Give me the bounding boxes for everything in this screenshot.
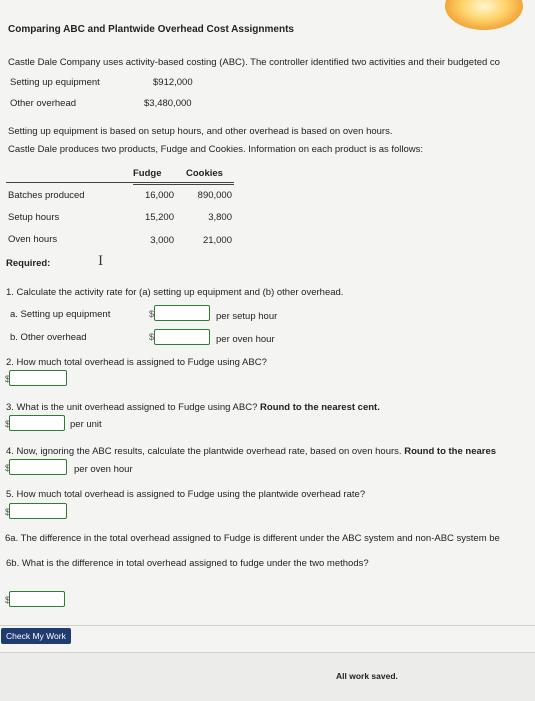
text-cursor-icon: I (98, 254, 104, 269)
q1b-unit: per oven hour (216, 334, 275, 345)
question-1-text: 1. Calculate the activity rate for (a) s… (6, 287, 344, 298)
activity-amount-setup: $912,000 (153, 77, 193, 88)
page-title: Comparing ABC and Plantwide Overhead Cos… (8, 24, 294, 35)
q4-unit: per oven hour (74, 464, 133, 475)
table-cell-fudge: 3,000 (150, 235, 174, 246)
required-label: Required: (6, 258, 51, 269)
intro-text: Castle Dale Company uses activity-based … (8, 57, 500, 68)
table-header-fudge: Fudge (133, 168, 162, 179)
save-status: All work saved. (336, 671, 398, 681)
table-header-cookies: Cookies (186, 168, 223, 179)
q4-input[interactable] (9, 459, 67, 475)
table-header-rule-2 (133, 184, 234, 185)
q1a-unit: per setup hour (216, 311, 278, 322)
table-header-rule (6, 182, 234, 183)
table-cell-cookies: 3,800 (208, 212, 232, 223)
q6b-input[interactable] (9, 591, 65, 607)
footer-bar: All work saved. (0, 652, 535, 701)
q2-input[interactable] (9, 370, 67, 386)
table-row-label: Oven hours (8, 234, 58, 245)
q3-input[interactable] (9, 415, 65, 431)
activity-amount-other: $3,480,000 (144, 98, 192, 109)
table-row-label: Batches produced (8, 190, 85, 201)
question-4-bold: Round to the neares (404, 446, 497, 457)
basis-text: Setting up equipment is based on setup h… (8, 126, 393, 137)
question-6a-text: 6a. The difference in the total overhead… (5, 533, 500, 544)
question-3-text: 3. What is the unit overhead assigned to… (6, 402, 380, 413)
table-cell-fudge: 16,000 (144, 190, 174, 201)
question-6b-text: 6b. What is the difference in total over… (6, 558, 369, 569)
question-2-text: 2. How much total overhead is assigned t… (6, 357, 267, 368)
table-cell-cookies: 21,000 (202, 235, 232, 246)
q1b-input[interactable] (154, 329, 210, 345)
screen-glare (445, 0, 523, 30)
question-3-bold: Round to the nearest cent. (260, 402, 380, 413)
table-cell-cookies: 890,000 (197, 190, 232, 201)
q1b-label: b. Other overhead (10, 332, 87, 343)
q5-input[interactable] (9, 503, 67, 519)
products-text: Castle Dale produces two products, Fudge… (8, 144, 424, 155)
activity-label-setup: Setting up equipment (10, 77, 100, 88)
q3-unit: per unit (70, 419, 102, 430)
question-4-plain: 4. Now, ignoring the ABC results, calcul… (6, 446, 402, 457)
check-my-work-button[interactable]: Check My Work (1, 628, 71, 644)
q1a-input[interactable] (154, 305, 210, 321)
question-4-text: 4. Now, ignoring the ABC results, calcul… (6, 446, 496, 457)
question-3-plain: 3. What is the unit overhead assigned to… (6, 402, 258, 413)
table-row-label: Setup hours (8, 212, 60, 223)
section-divider (0, 625, 535, 626)
q1a-label: a. Setting up equipment (10, 309, 111, 320)
activity-label-other: Other overhead (10, 98, 77, 109)
table-cell-fudge: 15,200 (144, 212, 174, 223)
question-5-text: 5. How much total overhead is assigned t… (6, 489, 366, 500)
